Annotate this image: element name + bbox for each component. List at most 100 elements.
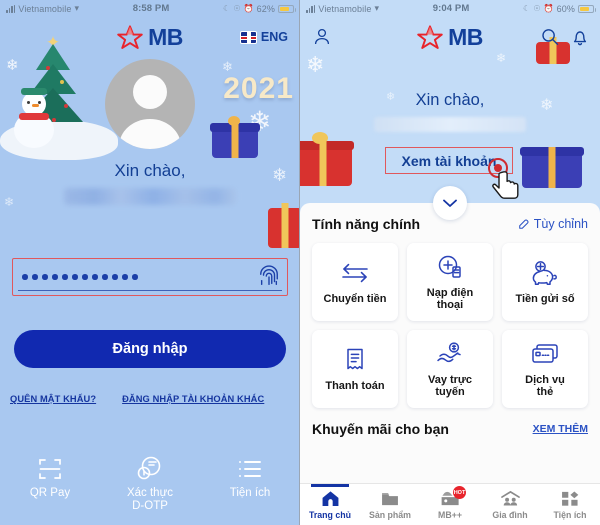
customize-link[interactable]: Tùy chỉnh (518, 217, 588, 231)
mb-star-icon (117, 25, 143, 49)
feature-card-transfer[interactable]: Chuyển tiền (312, 243, 398, 321)
home-header: MB (300, 17, 600, 57)
login-links: QUÊN MẬT KHẨU? ĐĂNG NHẬP TÀI KHOẢN KHÁC (0, 394, 300, 404)
signal-bars-icon (306, 4, 316, 13)
status-left-group: Vietnamobile ▾ (306, 3, 379, 14)
family-icon (500, 489, 521, 508)
moon-icon: ☾ (223, 4, 231, 13)
qr-scan-icon (4, 454, 96, 484)
mb-logo: MB (417, 24, 483, 51)
feature-card-loan[interactable]: Vay trực tuyến (407, 330, 493, 408)
tab-label-home: Trang chủ (308, 509, 352, 520)
transfer-arrows-icon (340, 259, 370, 287)
tab-utilities[interactable]: Tiện ích (540, 484, 600, 525)
clock-label: 8:58 PM (132, 3, 170, 14)
tab-family[interactable]: Gia đình (480, 484, 540, 525)
two-phone-screenshot: Vietnamobile ▾ 8:58 PM ☾ ☉ ⏰ 62% ❄ ❄ ❄ ❄… (0, 0, 600, 525)
features-sheet: Tính năng chính Tùy chỉnh Chuyển tiền Nạ… (300, 203, 600, 525)
home-icon (321, 489, 340, 508)
status-bar-right: Vietnamobile ▾ 9:04 PM ☾ ☉ ⏰ 60% (300, 0, 600, 17)
pencil-icon (518, 219, 529, 229)
promo-title: Khuyến mãi cho bạn (312, 421, 449, 437)
uk-flag-icon (239, 30, 257, 44)
login-button[interactable]: Đăng nhập (14, 330, 286, 368)
piggy-bank-icon (530, 259, 560, 287)
carrier-label: Vietnamobile (18, 3, 72, 14)
tap-cursor-icon (488, 158, 519, 199)
tab-label-utilities: Tiện ích (553, 509, 587, 520)
mb-star-icon (417, 25, 443, 49)
promo-more-link[interactable]: XEM THÊM (533, 423, 588, 435)
feature-card-topup[interactable]: Nạp điện thoại (407, 243, 493, 321)
moon-icon: ☾ (523, 4, 531, 13)
expand-sheet-button[interactable] (433, 186, 467, 220)
tab-label-mbplus: MB++ (438, 509, 462, 520)
products-icon (380, 489, 400, 508)
status-right-group: ☾ ☉ ⏰ 62% (223, 4, 296, 14)
feature-label-cards-line1: Dịch vụ (525, 373, 565, 386)
feature-label-payment: Thanh toán (325, 379, 385, 392)
mb-wordmark: MB (148, 23, 183, 50)
hot-badge: HOT (453, 486, 466, 499)
language-label: ENG (260, 30, 288, 44)
card-icon (530, 340, 560, 368)
user-name-redacted (64, 188, 236, 205)
tab-home[interactable]: Trang chủ (300, 484, 360, 525)
utilities-action[interactable]: Tiện ích (204, 454, 296, 500)
features-title: Tính năng chính (312, 216, 421, 232)
feature-label-transfer: Chuyển tiền (323, 292, 387, 305)
gift-box-decoration (268, 203, 300, 248)
dotp-action[interactable]: Xác thực D-OTP (104, 454, 196, 513)
other-account-link[interactable]: ĐĂNG NHẬP TÀI KHOẢN KHÁC (122, 394, 264, 404)
person-icon[interactable] (312, 27, 332, 47)
dotp-label-line2: D-OTP (132, 500, 168, 512)
status-right-group: ☾ ☉ ⏰ 60% (523, 3, 596, 14)
battery-percent-label: 60% (556, 3, 575, 14)
mb-logo: MB (117, 24, 183, 51)
feature-label-loan-line1: Vay trực (427, 373, 473, 386)
qr-pay-action[interactable]: QR Pay (4, 454, 96, 500)
feature-label-cards-line2: thẻ (536, 386, 554, 398)
feature-card-payment[interactable]: Thanh toán (312, 330, 398, 408)
snowflake-icon: ❄ (4, 195, 15, 209)
online-loan-icon (435, 340, 465, 368)
avatar[interactable] (105, 59, 195, 149)
greeting-label: Xin chào, (415, 91, 485, 109)
lock-rotation-icon: ☉ (533, 4, 541, 13)
battery-icon (278, 4, 296, 13)
tab-products[interactable]: Sản phẩm (360, 484, 420, 525)
search-icon[interactable] (540, 27, 560, 47)
gift-box-decoration (300, 132, 354, 186)
header-icon-group (540, 27, 590, 47)
login-screen: Vietnamobile ▾ 8:58 PM ☾ ☉ ⏰ 62% ❄ ❄ ❄ ❄… (0, 0, 300, 525)
forgot-password-link[interactable]: QUÊN MẬT KHẨU? (10, 394, 96, 404)
feature-label-savings: Tiền gửi số (515, 292, 575, 305)
bell-icon[interactable] (570, 27, 590, 47)
tab-mbplus[interactable]: HOT MB++ (420, 484, 480, 525)
list-icon (204, 454, 296, 484)
receipt-icon (343, 346, 367, 374)
dotp-label-line1: Xác thực (126, 487, 174, 499)
feature-label-topup-line2: thoại (436, 299, 464, 311)
tab-label-family: Gia đình (492, 509, 528, 520)
bottom-tab-bar: Trang chủ Sản phẩm HOT MB++ Gia đình Tiệ… (300, 483, 600, 525)
qr-pay-label: QR Pay (29, 487, 71, 499)
mb-wordmark: MB (448, 23, 483, 50)
user-name-redacted (374, 117, 526, 132)
chevron-down-icon (443, 199, 457, 207)
feature-label-topup-line1: Nạp điện (426, 286, 474, 299)
snowflake-icon: ❄ (306, 52, 325, 77)
feature-card-cards[interactable]: Dịch vụ thẻ (502, 330, 588, 408)
greeting-label: Xin chào, (114, 161, 186, 180)
password-annotation-box (12, 258, 288, 296)
language-switch[interactable]: ENG (239, 30, 288, 44)
phone-divider (299, 0, 300, 525)
carrier-label: Vietnamobile (318, 3, 372, 14)
feature-card-savings[interactable]: Tiền gửi số (502, 243, 588, 321)
promo-header: Khuyến mãi cho bạn XEM THÊM (312, 421, 588, 437)
home-screen: Vietnamobile ▾ 9:04 PM ☾ ☉ ⏰ 60% ❄ ❄ ❄ ❄ (300, 0, 600, 525)
avatar-container (0, 59, 300, 149)
feature-label-loan-line2: tuyến (435, 386, 465, 398)
signal-bars-icon (6, 4, 16, 13)
lock-rotation-icon: ☉ (233, 4, 241, 13)
